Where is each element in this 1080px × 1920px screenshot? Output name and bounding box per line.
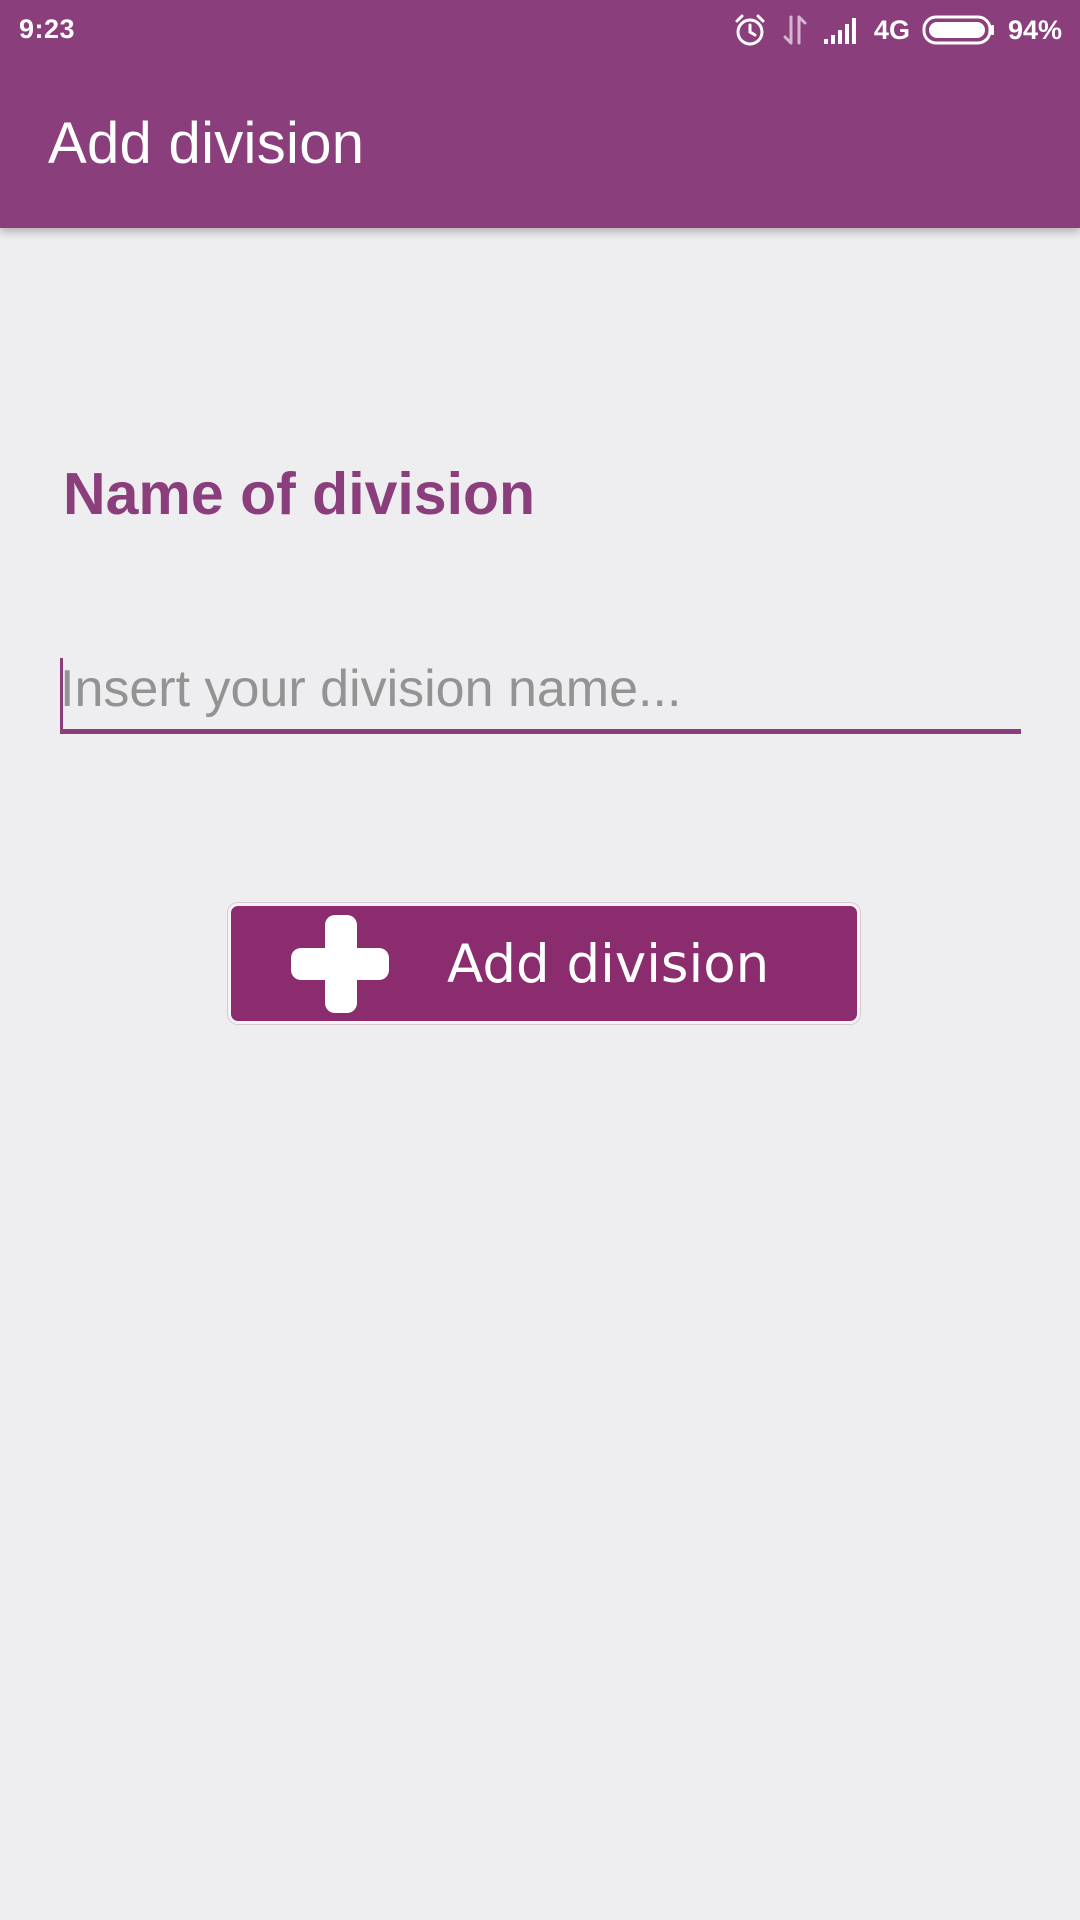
top-bar: 9:23 4G 94% Add division	[0, 0, 1080, 228]
division-name-input[interactable]	[60, 654, 1021, 734]
status-bar: 9:23 4G 94%	[0, 0, 1080, 62]
add-division-button-label: Add division	[447, 934, 770, 995]
signal-icon	[822, 15, 862, 45]
text-cursor	[60, 658, 63, 730]
data-transfer-icon	[780, 13, 810, 47]
battery-percent: 94%	[1007, 14, 1062, 45]
add-division-button[interactable]: Add division	[228, 903, 860, 1024]
status-time: 9:23	[19, 14, 76, 44]
alarm-icon	[732, 12, 768, 48]
page-title: Add division	[48, 111, 365, 176]
division-name-label: Name of division	[63, 461, 536, 527]
battery-icon	[922, 14, 996, 46]
screen: 9:23 4G 94% Add division Name of divisio…	[0, 0, 1080, 1920]
status-icons: 4G 94%	[732, 11, 1062, 49]
division-name-field-container	[60, 654, 1021, 742]
network-type: 4G	[873, 14, 910, 45]
